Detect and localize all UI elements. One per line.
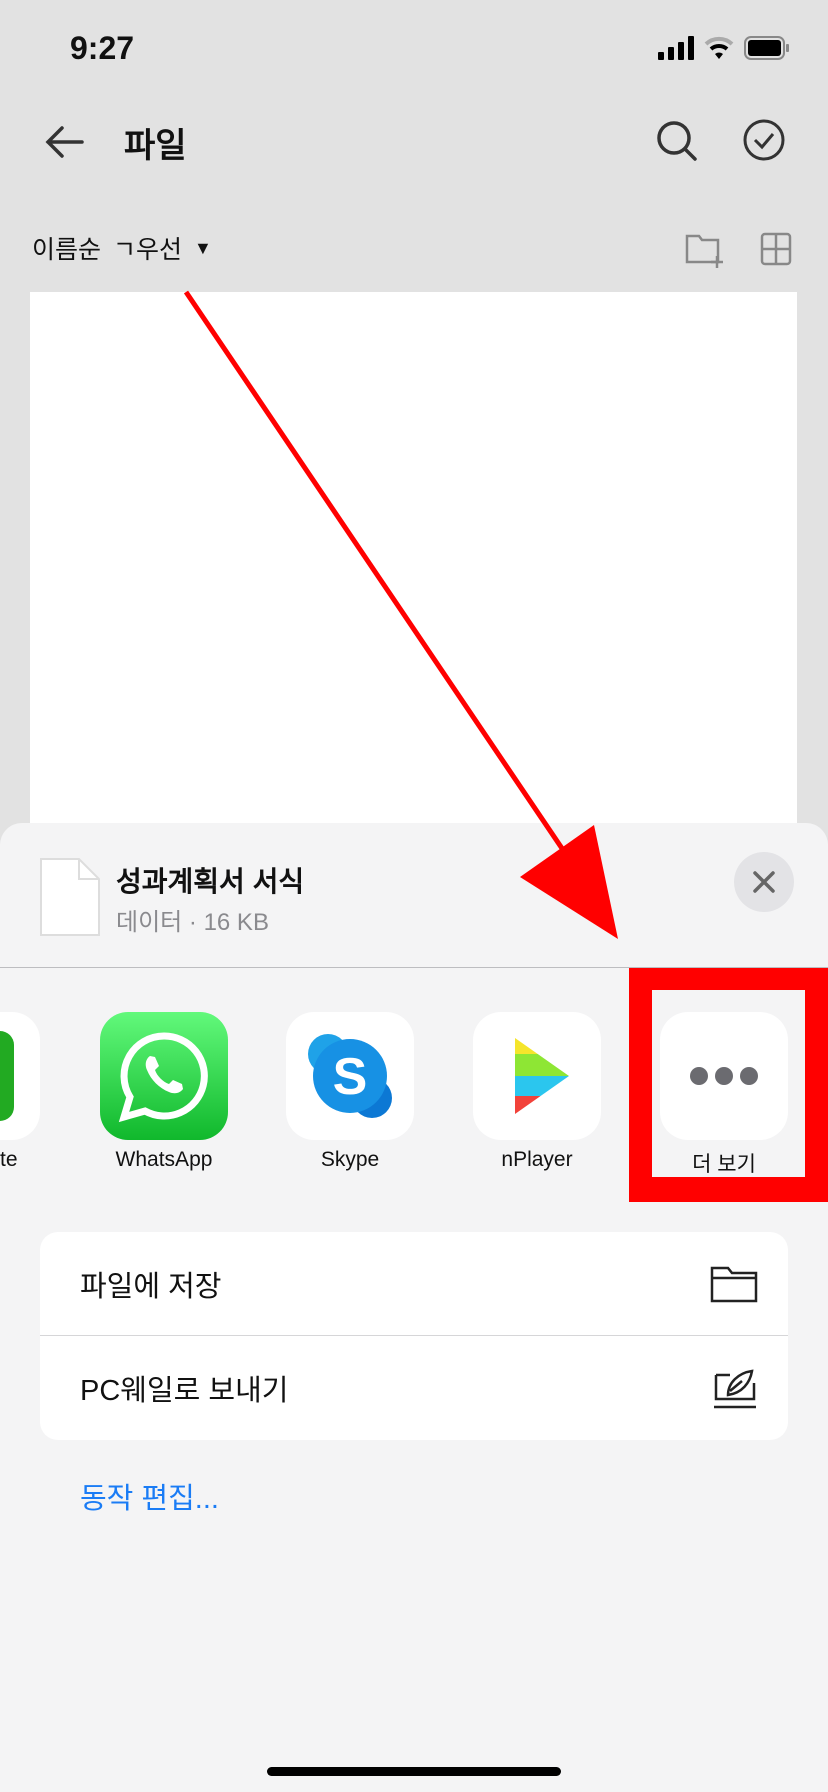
- action-label: 파일에 저장: [80, 1271, 222, 1303]
- app-skype[interactable]: S: [286, 1012, 414, 1140]
- home-indicator[interactable]: [267, 1767, 561, 1776]
- edit-actions-link[interactable]: 동작 편집...: [80, 1475, 219, 1517]
- partial-green-app-icon: [0, 1031, 14, 1121]
- action-list: 파일에 저장 PC웨일로 보내기: [40, 1232, 788, 1440]
- app-more[interactable]: [660, 1012, 788, 1140]
- app-label: Skype: [320, 1148, 380, 1171]
- action-label: PC웨일로 보내기: [80, 1375, 289, 1407]
- more-dots-icon: [690, 1067, 758, 1085]
- action-save-to-files[interactable]: 파일에 저장: [40, 1232, 788, 1336]
- whatsapp-icon: [118, 1032, 208, 1123]
- annotation-arrow: [183, 290, 618, 939]
- app-label: WhatsApp: [115, 1148, 213, 1171]
- action-send-to-whale[interactable]: PC웨일로 보내기: [40, 1336, 788, 1440]
- app-partial[interactable]: [0, 1012, 40, 1140]
- skype-icon: S: [308, 1034, 392, 1118]
- app-label: nPlayer: [501, 1148, 573, 1171]
- app-label: 더 보기: [692, 1153, 756, 1176]
- svg-text:S: S: [333, 1048, 368, 1106]
- app-nplayer[interactable]: [473, 1012, 601, 1140]
- nplayer-icon: [515, 1038, 569, 1114]
- app-label: te: [0, 1148, 18, 1171]
- whale-send-icon: [714, 1369, 756, 1409]
- folder-icon: [710, 1266, 758, 1303]
- app-whatsapp[interactable]: [100, 1012, 228, 1140]
